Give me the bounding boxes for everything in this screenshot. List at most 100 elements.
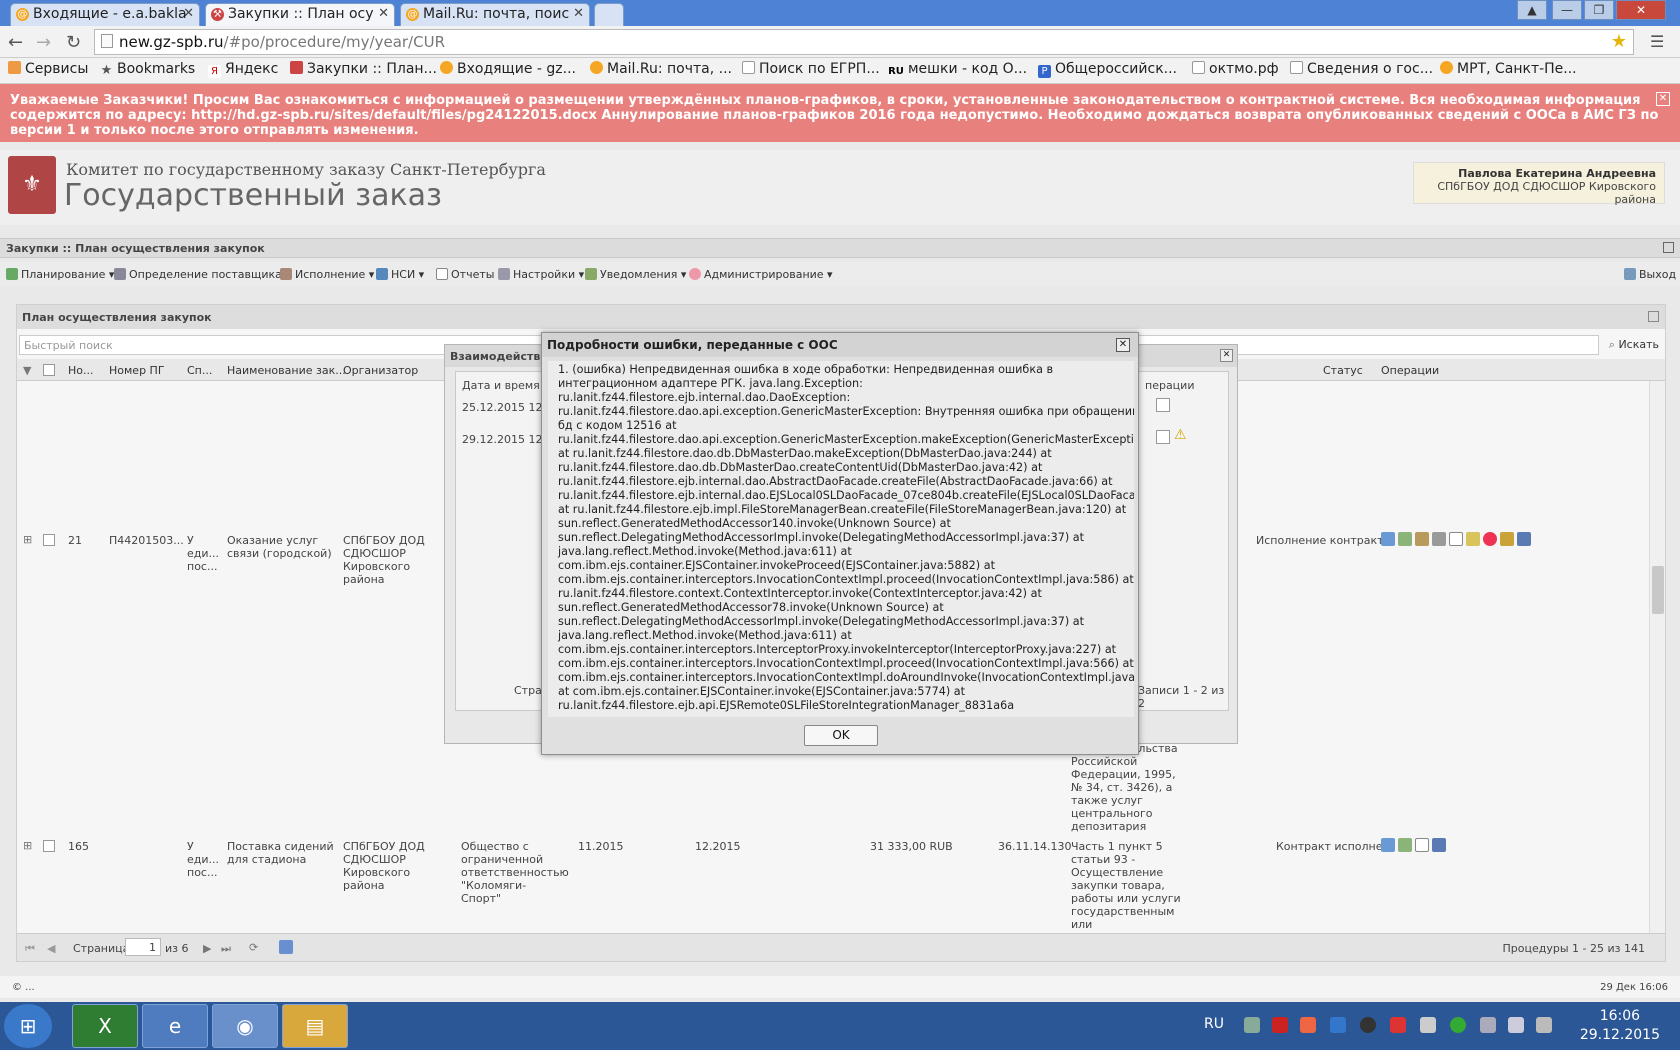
warning-icon[interactable]: ⚠ bbox=[1174, 428, 1187, 442]
col-pg-number[interactable]: Номер ПГ bbox=[109, 364, 165, 377]
menu-icon[interactable]: ☰ bbox=[1650, 32, 1664, 51]
stop-icon[interactable] bbox=[1483, 532, 1497, 546]
refresh-icon[interactable]: ⟳ bbox=[249, 941, 258, 954]
menu-item-reports[interactable]: Отчеты bbox=[436, 268, 494, 281]
filter-icon[interactable]: ▼ bbox=[23, 364, 31, 377]
back-icon[interactable]: ← bbox=[8, 32, 23, 53]
select-all-checkbox[interactable] bbox=[43, 364, 55, 376]
profile-button[interactable]: ▲ bbox=[1517, 0, 1547, 20]
bookmark-item[interactable]: RU мешки - код О... bbox=[888, 61, 1027, 78]
close-icon[interactable]: ✕ bbox=[1220, 349, 1233, 362]
gears-icon[interactable] bbox=[1398, 838, 1412, 852]
menu-item-nsi[interactable]: НСИ ▾ bbox=[376, 268, 424, 281]
edit-icon[interactable] bbox=[1466, 532, 1480, 546]
network-icon[interactable] bbox=[1480, 1017, 1496, 1033]
bookmark-item[interactable]: Поиск по ЕГРП... bbox=[742, 61, 880, 77]
col-number[interactable]: Но... bbox=[68, 364, 94, 377]
barcode-icon[interactable] bbox=[1517, 532, 1531, 546]
url-input[interactable]: new.gz-spb.ru/#po/procedure/my/year/CUR … bbox=[94, 29, 1634, 55]
tray-icon[interactable] bbox=[1360, 1017, 1376, 1033]
col-name[interactable]: Наименование зак... bbox=[227, 364, 346, 377]
tray-icon[interactable] bbox=[1300, 1017, 1316, 1033]
save-icon[interactable] bbox=[279, 940, 293, 954]
bookmark-item[interactable]: P Общероссийск... bbox=[1038, 61, 1177, 78]
page-input[interactable]: 1 bbox=[125, 938, 161, 956]
usb-icon[interactable] bbox=[1536, 1017, 1552, 1033]
bookmark-item[interactable]: ★ Bookmarks bbox=[100, 61, 196, 77]
bookmark-item[interactable]: МРТ, Санкт-Пе... bbox=[1440, 61, 1577, 77]
tray-icon[interactable] bbox=[1390, 1017, 1406, 1033]
tab-zakupki[interactable]: ⚒ Закупки :: План осу ✕ bbox=[205, 3, 395, 26]
document-icon[interactable] bbox=[1156, 398, 1170, 412]
volume-icon[interactable] bbox=[1508, 1017, 1524, 1033]
gears-icon[interactable] bbox=[1398, 532, 1412, 546]
menu-item-notifications[interactable]: Уведомления ▾ bbox=[585, 268, 686, 281]
tray-icon[interactable] bbox=[1330, 1017, 1346, 1033]
reload-icon[interactable]: ↻ bbox=[66, 32, 81, 53]
prev-page-icon[interactable]: ◀ bbox=[47, 942, 55, 955]
next-page-icon[interactable]: ▶ bbox=[203, 942, 211, 955]
collapse-icon[interactable] bbox=[1663, 242, 1674, 253]
menu-item-settings[interactable]: Настройки ▾ bbox=[498, 268, 584, 281]
archive-icon[interactable] bbox=[1500, 532, 1514, 546]
row-checkbox[interactable] bbox=[43, 534, 55, 546]
ok-button[interactable]: OK bbox=[804, 725, 878, 746]
language-indicator[interactable]: RU bbox=[1204, 1017, 1224, 1031]
barcode-icon[interactable] bbox=[1432, 838, 1446, 852]
col-organizer[interactable]: Организатор bbox=[343, 364, 418, 377]
logout-button[interactable]: Выход bbox=[1624, 268, 1676, 281]
chart-icon[interactable] bbox=[1381, 532, 1395, 546]
vertical-scrollbar[interactable] bbox=[1649, 381, 1665, 933]
expand-icon[interactable]: ⊞ bbox=[23, 839, 32, 852]
last-page-icon[interactable]: ⏭ bbox=[221, 942, 231, 955]
stamp-icon[interactable] bbox=[1432, 532, 1446, 546]
close-icon[interactable]: ✕ bbox=[183, 6, 194, 21]
document-icon[interactable] bbox=[1156, 430, 1170, 444]
windows-start-button[interactable]: ⊞ bbox=[4, 1004, 52, 1048]
bookmark-item[interactable]: Входящие - gz... bbox=[440, 61, 576, 77]
bookmark-item[interactable]: октмо.рф bbox=[1192, 61, 1279, 77]
scrollbar-thumb[interactable] bbox=[1652, 566, 1664, 614]
bookmark-item[interactable]: Сервисы bbox=[8, 61, 88, 77]
folder-icon[interactable]: ▤ bbox=[282, 1004, 348, 1048]
bookmark-item[interactable]: Mail.Ru: почта, ... bbox=[590, 61, 732, 77]
col-method[interactable]: Сп... bbox=[187, 364, 212, 377]
star-icon[interactable]: ★ bbox=[1611, 31, 1627, 52]
col-operations[interactable]: Операции bbox=[1381, 364, 1439, 377]
tray-icon[interactable] bbox=[1244, 1017, 1260, 1033]
tab-mailru[interactable]: @ Mail.Ru: почта, поис ✕ bbox=[400, 3, 590, 26]
col-status[interactable]: Статус bbox=[1323, 364, 1363, 377]
excel-icon[interactable]: X bbox=[72, 1004, 138, 1048]
bookmark-item[interactable]: Закупки :: План... bbox=[290, 61, 437, 77]
window-close-button[interactable]: ✕ bbox=[1616, 0, 1666, 20]
close-icon[interactable]: ✕ bbox=[573, 6, 584, 21]
expand-icon[interactable]: ⊞ bbox=[23, 533, 32, 546]
sync-icon[interactable] bbox=[1450, 1017, 1466, 1033]
forward-icon[interactable]: → bbox=[36, 32, 51, 53]
menu-item-supplier[interactable]: Определение поставщика ▾ bbox=[114, 268, 291, 281]
close-icon[interactable]: ✕ bbox=[378, 6, 389, 21]
bookmark-item[interactable]: Я Яндекс bbox=[208, 61, 278, 78]
clock[interactable]: 16:06 29.12.2015 bbox=[1580, 1007, 1660, 1045]
first-page-icon[interactable]: ⏮ bbox=[25, 942, 35, 955]
document-icon[interactable] bbox=[1449, 532, 1463, 546]
user-card[interactable]: Павлова Екатерина Андреевна СПбГБОУ ДОД … bbox=[1413, 162, 1665, 206]
document-icon[interactable] bbox=[1415, 838, 1429, 852]
tray-icon[interactable] bbox=[1420, 1017, 1436, 1033]
maximize-button[interactable]: ❐ bbox=[1584, 0, 1614, 20]
minimize-button[interactable]: — bbox=[1552, 0, 1582, 20]
menu-item-execution[interactable]: Исполнение ▾ bbox=[280, 268, 374, 281]
chrome-icon[interactable]: ◉ bbox=[212, 1004, 278, 1048]
close-icon[interactable]: ✕ bbox=[1656, 92, 1670, 106]
emblem-icon[interactable] bbox=[1415, 532, 1429, 546]
bookmark-item[interactable]: Сведения о гос... bbox=[1290, 61, 1433, 77]
row-checkbox[interactable] bbox=[43, 840, 55, 852]
tab-inbox[interactable]: @ Входящие - e.a.bakla ✕ bbox=[10, 3, 200, 26]
search-button[interactable]: ⌕ Искать bbox=[1609, 338, 1659, 352]
collapse-icon[interactable] bbox=[1648, 311, 1659, 322]
new-tab-button[interactable] bbox=[594, 3, 624, 26]
menu-item-admin[interactable]: Администрирование ▾ bbox=[689, 268, 833, 281]
internet-explorer-icon[interactable]: e bbox=[142, 1004, 208, 1048]
pdf-icon[interactable] bbox=[1272, 1017, 1288, 1033]
chart-icon[interactable] bbox=[1381, 838, 1395, 852]
